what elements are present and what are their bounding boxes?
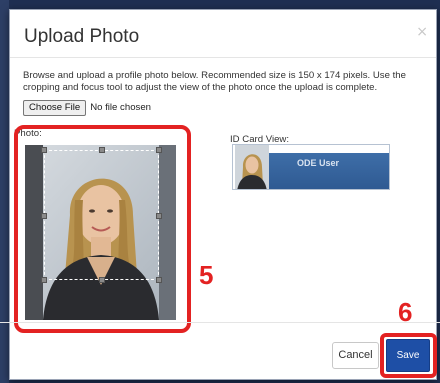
id-card-preview: ODE User xyxy=(232,144,390,190)
file-input[interactable]: Choose File No file chosen xyxy=(23,99,151,116)
id-card-photo-thumbnail xyxy=(235,145,269,189)
id-card-user-name: ODE User xyxy=(297,158,340,168)
cancel-button[interactable]: Cancel xyxy=(332,342,379,369)
file-status: No file chosen xyxy=(90,102,151,113)
backdrop-left-strip xyxy=(0,0,9,383)
annotation-highlight-photo xyxy=(14,125,191,333)
annotation-step-6: 6 xyxy=(398,297,413,327)
dialog-title: Upload Photo xyxy=(24,26,140,47)
dialog-footer-divider xyxy=(0,322,440,323)
dialog-description: Browse and upload a profile photo below.… xyxy=(23,70,406,93)
annotation-highlight-save xyxy=(380,333,437,378)
close-icon[interactable]: × xyxy=(416,24,428,40)
annotation-step-5: 5 xyxy=(199,260,214,290)
choose-file-button[interactable]: Choose File xyxy=(23,99,87,116)
dialog-header: Upload Photo × xyxy=(10,10,436,58)
